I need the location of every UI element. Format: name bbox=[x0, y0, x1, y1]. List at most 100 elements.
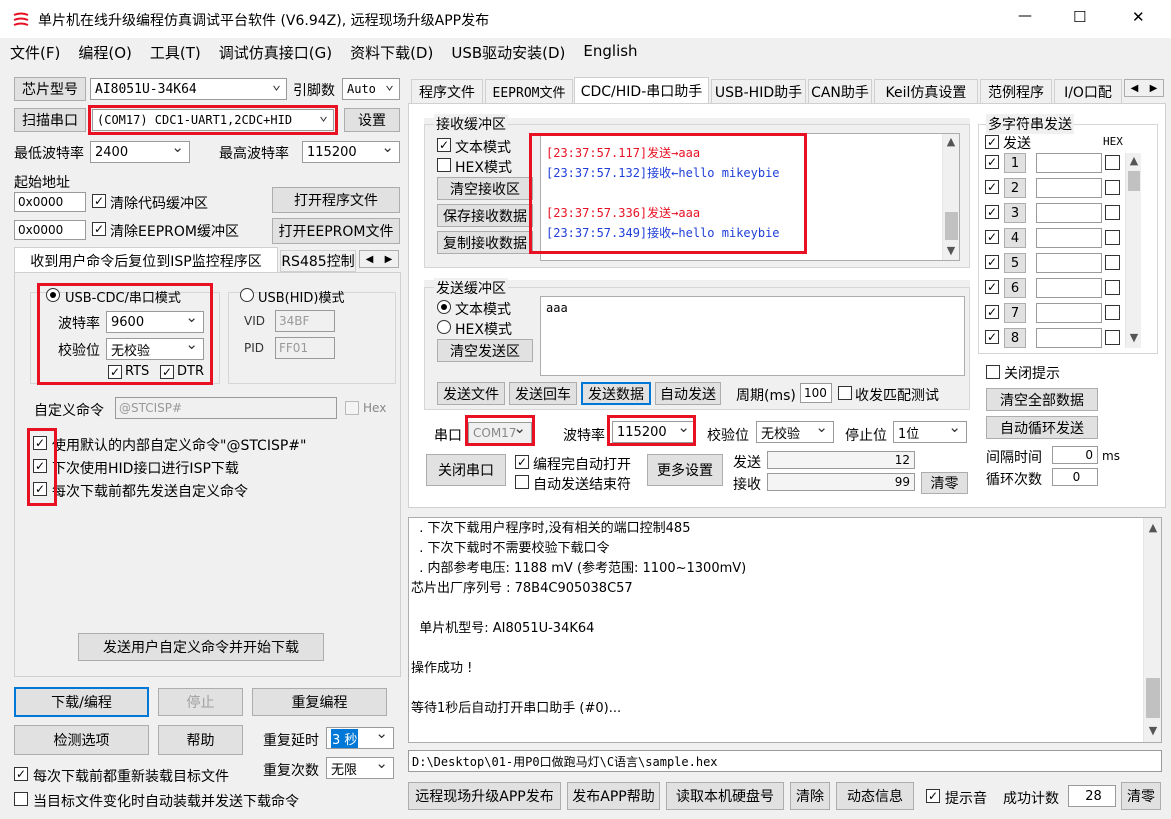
min-baud-select[interactable]: 2400 bbox=[90, 141, 190, 163]
hid-mode-radio[interactable] bbox=[240, 288, 254, 302]
menu-debug[interactable]: 调试仿真接口(G) bbox=[219, 42, 332, 62]
scroll-up-icon[interactable]: ▲ bbox=[943, 134, 959, 150]
menu-usb-driver[interactable]: USB驱动安装(D) bbox=[451, 42, 565, 62]
menu-english[interactable]: English bbox=[583, 42, 637, 62]
tab-can[interactable]: CAN助手 bbox=[808, 79, 872, 103]
tab-serial-assistant[interactable]: CDC/HID-串口助手 bbox=[574, 77, 709, 104]
send-custom-command-button[interactable]: 发送用户自定义命令并开始下载 bbox=[78, 633, 324, 661]
serial-parity-select[interactable]: 无校验 bbox=[756, 421, 834, 443]
close-tip-checkbox[interactable] bbox=[986, 365, 1000, 379]
loop-count-input[interactable]: 0 bbox=[1052, 468, 1098, 486]
multi-row-hex-checkbox[interactable] bbox=[1105, 205, 1120, 220]
multi-row-button[interactable]: 8 bbox=[1004, 328, 1026, 348]
multi-row-hex-checkbox[interactable] bbox=[1105, 305, 1120, 320]
multi-send-checkbox[interactable] bbox=[985, 135, 999, 149]
cdc-mode-radio[interactable] bbox=[46, 288, 60, 302]
interval-input[interactable]: 0 bbox=[1052, 446, 1098, 464]
start-address-input-1[interactable]: 0x0000 bbox=[14, 192, 86, 212]
recv-hex-mode-checkbox[interactable] bbox=[437, 158, 451, 172]
scroll-up-icon[interactable]: ▲ bbox=[1145, 520, 1161, 536]
log-scrollbar[interactable]: ▲ ▼ bbox=[1143, 518, 1161, 742]
send-textarea[interactable]: aaa bbox=[540, 296, 965, 376]
pin-count-select[interactable]: Auto bbox=[342, 78, 400, 100]
multi-row-input[interactable] bbox=[1036, 328, 1102, 348]
send-hex-mode-radio[interactable] bbox=[437, 320, 451, 334]
tab-examples[interactable]: 范例程序 bbox=[980, 79, 1052, 103]
tab-usb-hid[interactable]: USB-HID助手 bbox=[711, 79, 806, 103]
check-options-button[interactable]: 检测选项 bbox=[14, 725, 149, 755]
send-file-button[interactable]: 发送文件 bbox=[437, 382, 505, 405]
hex-checkbox[interactable] bbox=[345, 401, 359, 415]
menu-file[interactable]: 文件(F) bbox=[10, 42, 60, 62]
tab-isp-reset[interactable]: 收到用户命令后复位到ISP监控程序区 bbox=[14, 247, 278, 273]
max-baud-select[interactable]: 115200 bbox=[302, 141, 400, 163]
tab-io-config[interactable]: I/O口配 bbox=[1054, 79, 1122, 103]
multi-row-checkbox[interactable] bbox=[985, 180, 999, 194]
baud-select[interactable]: 9600 bbox=[106, 311, 204, 333]
serial-port-select[interactable]: COM17 bbox=[468, 422, 532, 444]
auto-send-button[interactable]: 自动发送 bbox=[655, 382, 721, 405]
multi-string-scrollbar[interactable]: ▲ ▼ bbox=[1125, 153, 1141, 348]
beep-checkbox[interactable] bbox=[926, 789, 940, 803]
multi-row-checkbox[interactable] bbox=[985, 330, 999, 344]
reload-checkbox[interactable] bbox=[14, 767, 28, 781]
multi-row-button[interactable]: 7 bbox=[1004, 303, 1026, 323]
tab-rs485[interactable]: RS485控制 bbox=[280, 250, 356, 272]
multi-row-button[interactable]: 2 bbox=[1004, 178, 1026, 198]
recv-text-mode-checkbox[interactable] bbox=[437, 138, 451, 152]
chip-model-button[interactable]: 芯片型号 bbox=[14, 77, 86, 101]
scroll-thumb[interactable] bbox=[945, 212, 958, 240]
multi-row-checkbox[interactable] bbox=[985, 230, 999, 244]
default-command-checkbox[interactable] bbox=[33, 436, 47, 450]
stop-bits-select[interactable]: 1位 bbox=[893, 421, 967, 443]
multi-row-hex-checkbox[interactable] bbox=[1105, 255, 1120, 270]
multi-row-hex-checkbox[interactable] bbox=[1105, 180, 1120, 195]
clear-count-button[interactable]: 清零 bbox=[921, 472, 968, 494]
repeat-count-select[interactable]: 无限 bbox=[326, 757, 394, 779]
multi-row-input[interactable] bbox=[1036, 178, 1102, 198]
scroll-down-icon[interactable]: ▼ bbox=[1145, 723, 1161, 739]
multi-row-button[interactable]: 6 bbox=[1004, 278, 1026, 298]
tab-scroll-left-icon[interactable]: ◀ bbox=[366, 254, 374, 265]
send-data-button[interactable]: 发送数据 bbox=[581, 382, 651, 405]
parity-select[interactable]: 无校验 bbox=[106, 338, 204, 360]
tab-scroll-right-icon[interactable]: ▶ bbox=[1150, 83, 1158, 94]
tab-scroll[interactable]: ◀ ▶ bbox=[1124, 79, 1164, 97]
hid-next-checkbox[interactable] bbox=[33, 459, 47, 473]
clear-eeprom-checkbox[interactable] bbox=[92, 222, 106, 236]
multi-row-button[interactable]: 1 bbox=[1004, 153, 1026, 173]
scroll-thumb[interactable] bbox=[1128, 171, 1140, 191]
multi-row-button[interactable]: 4 bbox=[1004, 228, 1026, 248]
multi-row-input[interactable] bbox=[1036, 278, 1102, 298]
stop-button[interactable]: 停止 bbox=[158, 688, 243, 716]
tab-eeprom-file[interactable]: EEPROM文件 bbox=[485, 79, 573, 103]
scroll-thumb[interactable] bbox=[1146, 678, 1160, 718]
publish-app-help-button[interactable]: 发布APP帮助 bbox=[567, 782, 660, 810]
scroll-down-icon[interactable]: ▼ bbox=[1126, 330, 1142, 346]
custom-command-input[interactable]: @STCISP# bbox=[115, 397, 337, 419]
more-settings-button[interactable]: 更多设置 bbox=[647, 454, 723, 486]
multi-row-hex-checkbox[interactable] bbox=[1105, 230, 1120, 245]
clear-log-button[interactable]: 清除 bbox=[790, 782, 830, 810]
clear-success-button[interactable]: 清零 bbox=[1121, 782, 1161, 810]
settings-button[interactable]: 设置 bbox=[344, 108, 400, 132]
read-disk-button[interactable]: 读取本机硬盘号 bbox=[666, 782, 784, 810]
multi-row-hex-checkbox[interactable] bbox=[1105, 280, 1120, 295]
send-before-checkbox[interactable] bbox=[33, 482, 47, 496]
serial-baud-select[interactable]: 115200 bbox=[612, 421, 696, 443]
minimize-button[interactable]: — bbox=[1018, 8, 1032, 24]
tab-program-file[interactable]: 程序文件 bbox=[411, 79, 483, 103]
start-address-input-2[interactable]: 0x0000 bbox=[14, 220, 86, 240]
send-enter-button[interactable]: 发送回车 bbox=[509, 382, 577, 405]
maximize-button[interactable]: ☐ bbox=[1073, 8, 1086, 26]
menu-program[interactable]: 编程(O) bbox=[78, 42, 132, 62]
open-eeprom-file-button[interactable]: 打开EEPROM文件 bbox=[272, 218, 400, 244]
multi-row-input[interactable] bbox=[1036, 303, 1102, 323]
left-tab-scroll[interactable]: ◀ ▶ bbox=[359, 250, 399, 268]
log-output[interactable]: . 下次下载用户程序时,没有相关的端口控制485 . 下次下载时不需要校验下载口… bbox=[408, 517, 1162, 743]
close-port-button[interactable]: 关闭串口 bbox=[426, 454, 506, 486]
multi-row-checkbox[interactable] bbox=[985, 280, 999, 294]
auto-end-checkbox[interactable] bbox=[515, 475, 529, 489]
multi-row-input[interactable] bbox=[1036, 153, 1102, 173]
auto-open-checkbox[interactable] bbox=[515, 455, 529, 469]
